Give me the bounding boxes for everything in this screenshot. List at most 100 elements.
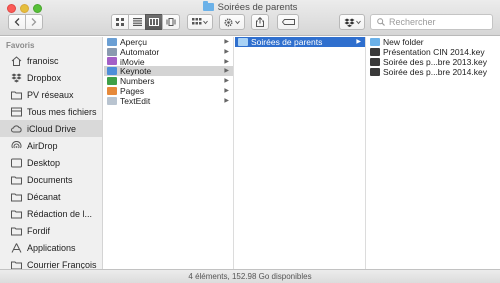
list-item[interactable]: Numbers ▶ <box>104 76 233 86</box>
list-item-label: iMovie <box>120 56 145 67</box>
sidebar-item-label: Documents <box>27 174 73 185</box>
sidebar-item-label: Desktop <box>27 157 61 168</box>
column-folder-contents: New folder Présentation CIN 2014.key Soi… <box>367 37 500 269</box>
sidebar-item-label: Courrier François <box>27 259 97 270</box>
app-icon <box>107 96 117 105</box>
folder-icon <box>11 91 22 99</box>
list-icon <box>132 18 142 26</box>
finder-window: Soirées de parents Rechercher Favoris fr… <box>0 0 500 283</box>
sidebar-item-label: iCloud Drive <box>27 123 77 134</box>
list-item-selected[interactable]: Soirées de parents ▶ <box>235 37 365 47</box>
list-item[interactable]: Présentation CIN 2014.key <box>367 47 500 57</box>
list-item-label: Soirée des p...bre 2013.key <box>383 57 487 67</box>
column-applications: Aperçu ▶ Automator ▶ iMovie ▶ Keynote ▶ … <box>104 37 234 269</box>
gear-icon <box>224 17 240 27</box>
list-item-label: Keynote <box>120 66 152 77</box>
dropbox-icon <box>11 73 22 82</box>
sidebar-item-label: Tous mes fichiers <box>27 106 97 117</box>
app-icon <box>107 86 117 95</box>
folder-icon <box>11 193 22 201</box>
chevron-right-icon: ▶ <box>224 78 229 85</box>
search-icon <box>377 18 385 26</box>
list-item-label: Présentation CIN 2014.key <box>383 47 485 57</box>
list-item[interactable]: Automator ▶ <box>104 47 233 57</box>
arrange-icon <box>192 18 208 25</box>
list-item-selected[interactable]: Keynote ▶ <box>104 66 233 76</box>
sidebar-item-applications[interactable]: Applications <box>0 239 102 256</box>
chevron-right-icon: ▶ <box>224 39 229 45</box>
app-icon <box>107 37 117 46</box>
sidebar-item-all-files[interactable]: Tous mes fichiers <box>0 103 102 120</box>
keynote-file-icon <box>370 48 380 56</box>
documents-icon <box>11 176 22 184</box>
search-input[interactable]: Rechercher <box>370 14 493 30</box>
sidebar-item-label: Fordif <box>27 225 51 236</box>
dropbox-button[interactable] <box>339 14 365 30</box>
sidebar-item-label: PV réseaux <box>27 89 74 100</box>
list-item[interactable]: Soirée des p...bre 2013.key <box>367 57 500 67</box>
titlebar: Soirées de parents Rechercher <box>0 0 500 36</box>
sidebar-item-redaction[interactable]: Rédaction de l... <box>0 205 102 222</box>
list-item-label: Pages <box>120 85 145 96</box>
list-item-label: Aperçu <box>120 37 147 47</box>
action-button[interactable] <box>219 14 245 30</box>
sidebar-item-label: Dropbox <box>27 72 62 83</box>
app-icon <box>107 67 117 76</box>
column-keynote: Soirées de parents ▶ <box>235 37 366 269</box>
list-item[interactable]: Pages ▶ <box>104 86 233 96</box>
tags-button[interactable] <box>277 14 299 30</box>
chevron-right-icon <box>31 18 37 26</box>
sidebar-item-fordif[interactable]: Fordif <box>0 222 102 239</box>
sidebar-item-decanat[interactable]: Décanat <box>0 188 102 205</box>
share-icon <box>256 17 264 27</box>
list-item[interactable]: Aperçu ▶ <box>104 37 233 47</box>
tag-icon <box>281 19 295 25</box>
sidebar-item-icloud-drive[interactable]: iCloud Drive <box>0 120 102 137</box>
back-button[interactable] <box>8 14 26 30</box>
share-button[interactable] <box>251 14 269 30</box>
sidebar-item-airdrop[interactable]: AirDrop <box>0 137 102 154</box>
list-item[interactable]: Soirée des p...bre 2014.key <box>367 67 500 77</box>
forward-button[interactable] <box>25 14 43 30</box>
arrange-button[interactable] <box>187 14 213 30</box>
sidebar: Favoris franoisc Dropbox PV réseaux Tous… <box>0 37 103 269</box>
column-view-button[interactable] <box>145 14 163 30</box>
cloud-icon <box>11 124 22 132</box>
sidebar-item-dropbox[interactable]: Dropbox <box>0 69 102 86</box>
desktop-icon <box>11 158 22 167</box>
list-item[interactable]: New folder <box>367 37 500 47</box>
chevron-right-icon: ▶ <box>224 87 229 94</box>
sidebar-header-favorites: Favoris <box>6 41 35 50</box>
keynote-file-icon <box>370 68 380 76</box>
sidebar-item-home[interactable]: franoisc <box>0 52 102 69</box>
view-mode-segmented-control <box>111 14 180 30</box>
window-title-text: Soirées de parents <box>217 2 298 13</box>
sidebar-item-documents[interactable]: Documents <box>0 171 102 188</box>
applications-icon <box>11 242 22 253</box>
list-item[interactable]: iMovie ▶ <box>104 57 233 67</box>
list-item-label: Soirées de parents <box>251 37 323 47</box>
icon-view-button[interactable] <box>111 14 129 30</box>
folder-icon <box>238 38 248 46</box>
list-item-label: Soirée des p...bre 2014.key <box>383 67 487 77</box>
sidebar-item-pv-reseaux[interactable]: PV réseaux <box>0 86 102 103</box>
folder-icon <box>11 261 22 269</box>
dropbox-icon <box>344 18 361 27</box>
app-icon <box>107 57 117 66</box>
status-bar: 4 éléments, 152.98 Go disponibles <box>0 269 500 283</box>
cover-flow-view-button[interactable] <box>162 14 180 30</box>
list-item[interactable]: TextEdit ▶ <box>104 96 233 106</box>
sidebar-item-label: Décanat <box>27 191 61 202</box>
columns-icon <box>149 18 159 26</box>
keynote-file-icon <box>370 58 380 66</box>
chevron-right-icon: ▶ <box>224 48 229 55</box>
list-view-button[interactable] <box>128 14 146 30</box>
sidebar-item-desktop[interactable]: Desktop <box>0 154 102 171</box>
list-item-label: TextEdit <box>120 95 151 106</box>
chevron-right-icon: ▶ <box>224 97 229 104</box>
folder-icon <box>202 1 214 11</box>
airdrop-icon <box>11 140 22 148</box>
sidebar-item-courrier-francois[interactable]: Courrier François <box>0 256 102 270</box>
folder-icon <box>11 227 22 235</box>
folder-icon <box>370 38 380 46</box>
